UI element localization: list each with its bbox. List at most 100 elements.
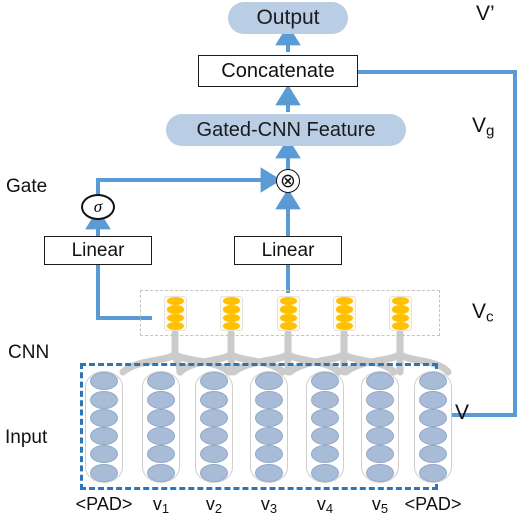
linear-gate-node[interactable]: Linear — [44, 236, 152, 265]
input-unit — [419, 463, 447, 482]
label-cnn-text: CNN — [8, 342, 50, 363]
input-unit — [90, 427, 118, 446]
input-token-column — [195, 371, 233, 483]
cnn-feature-unit — [167, 313, 184, 322]
token-label-subscript: 3 — [269, 500, 278, 516]
input-unit — [147, 445, 175, 464]
gated-cnn-feature-node[interactable]: Gated-CNN Feature — [166, 114, 406, 146]
cnn-feature-column — [164, 296, 187, 331]
input-unit — [147, 463, 175, 482]
input-token-column — [306, 371, 344, 483]
sigmoid-icon: σ — [81, 194, 115, 220]
input-token-column — [361, 371, 399, 483]
cnn-feature-column — [277, 296, 300, 331]
input-token-column — [250, 371, 288, 483]
token-label: <PAD> — [405, 494, 462, 515]
concatenate-label: Concatenate — [221, 59, 335, 82]
label-v-g: Vg — [472, 114, 495, 140]
input-unit — [255, 445, 283, 464]
token-label: <PAD> — [76, 494, 133, 515]
label-gate-text: Gate — [6, 176, 48, 197]
input-unit — [255, 463, 283, 482]
sigmoid-glyph: σ — [93, 197, 103, 216]
gated-cnn-feature-label: Gated-CNN Feature — [196, 118, 376, 141]
cnn-feature-unit — [336, 305, 353, 314]
cnn-feature-unit — [223, 297, 240, 306]
label-input: Input — [5, 427, 47, 449]
cnn-feature-unit — [167, 321, 184, 330]
token-label-text: <PAD> — [75, 494, 133, 514]
cnn-feature-unit — [336, 313, 353, 322]
input-unit — [147, 408, 175, 427]
token-label-text: v — [371, 494, 381, 514]
cnn-feature-unit — [392, 297, 409, 306]
token-label: v1 — [153, 494, 169, 516]
cnn-feature-unit — [280, 321, 297, 330]
input-unit — [419, 372, 447, 391]
input-unit — [419, 390, 447, 409]
linear-feature-node[interactable]: Linear — [234, 236, 342, 265]
multiply-icon: ⊗ — [276, 169, 300, 193]
output-label: Output — [256, 6, 320, 29]
input-unit — [147, 390, 175, 409]
input-unit — [255, 390, 283, 409]
input-unit — [366, 408, 394, 427]
input-unit — [366, 445, 394, 464]
cnn-feature-unit — [223, 305, 240, 314]
label-input-text: Input — [5, 427, 48, 448]
cnn-feature-unit — [336, 321, 353, 330]
input-unit — [200, 463, 228, 482]
input-unit — [90, 445, 118, 464]
cnn-feature-unit — [280, 313, 297, 322]
token-label-text: v — [205, 494, 215, 514]
input-unit — [200, 372, 228, 391]
input-unit — [90, 408, 118, 427]
input-unit — [200, 390, 228, 409]
token-label-subscript: 5 — [380, 500, 389, 516]
input-unit — [419, 408, 447, 427]
input-unit — [200, 408, 228, 427]
input-unit — [419, 445, 447, 464]
input-unit — [255, 427, 283, 446]
cnn-feature-unit — [280, 305, 297, 314]
token-label-text: v — [316, 494, 326, 514]
input-unit — [90, 463, 118, 482]
arrow-sigma-to-mult — [96, 167, 282, 198]
concatenate-node[interactable]: Concatenate — [198, 55, 358, 87]
token-label: v5 — [372, 494, 388, 516]
cnn-feature-unit — [223, 313, 240, 322]
output-node[interactable]: Output — [228, 2, 348, 34]
input-token-column — [414, 371, 452, 483]
token-label: v4 — [317, 494, 333, 516]
label-cnn: CNN — [8, 342, 49, 364]
linear-gate-label: Linear — [71, 239, 125, 261]
input-unit — [311, 427, 339, 446]
input-unit — [311, 463, 339, 482]
input-unit — [311, 408, 339, 427]
input-unit — [366, 463, 394, 482]
token-label-text: v — [152, 494, 162, 514]
diagram-canvas: Output Concatenate Gated-CNN Feature ⊗ σ… — [0, 0, 520, 522]
token-label-subscript: 1 — [161, 500, 170, 516]
input-unit — [311, 390, 339, 409]
input-unit — [311, 372, 339, 391]
input-unit — [366, 390, 394, 409]
linear-feature-label: Linear — [261, 239, 315, 261]
input-unit — [366, 372, 394, 391]
token-label-text: <PAD> — [404, 494, 462, 514]
cnn-feature-unit — [392, 305, 409, 314]
input-unit — [311, 445, 339, 464]
label-gate: Gate — [6, 176, 47, 198]
token-label-text: v — [260, 494, 270, 514]
cnn-feature-column — [220, 296, 243, 331]
input-unit — [90, 372, 118, 391]
cnn-feature-unit — [280, 297, 297, 306]
token-label-subscript: 2 — [214, 500, 223, 516]
cnn-feature-column — [389, 296, 412, 331]
multiply-glyph: ⊗ — [280, 169, 296, 192]
input-unit — [255, 408, 283, 427]
input-unit — [147, 372, 175, 391]
input-unit — [147, 427, 175, 446]
cnn-feature-column — [333, 296, 356, 331]
label-v-prime: V’ — [476, 2, 495, 25]
